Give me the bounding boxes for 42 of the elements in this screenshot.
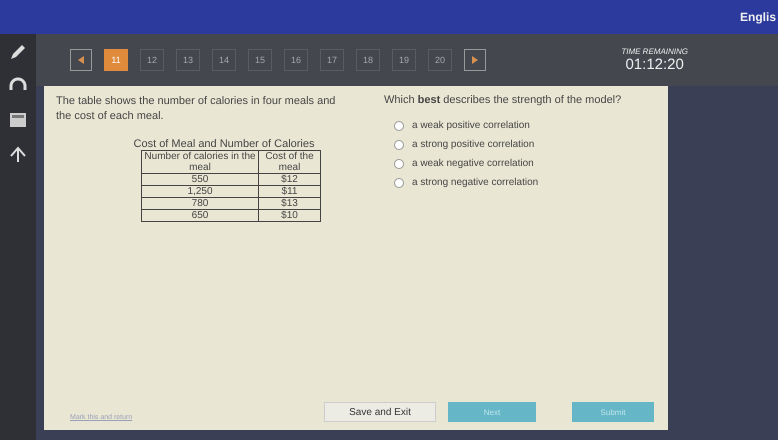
question-number-button[interactable]: 15 [248, 49, 272, 71]
pencil-icon[interactable] [8, 42, 28, 62]
question-number-button[interactable]: 12 [140, 49, 164, 71]
radio-button[interactable] [394, 158, 404, 168]
previous-button[interactable] [70, 49, 92, 71]
table-cell: $13 [258, 198, 320, 210]
question-number-button[interactable]: 19 [392, 49, 416, 71]
question-number-button[interactable]: 18 [356, 49, 380, 71]
right-arrow-icon [472, 56, 478, 64]
option-label[interactable]: a strong positive correlation [412, 139, 534, 150]
calculator-icon[interactable] [8, 110, 28, 130]
radio-button[interactable] [394, 120, 404, 130]
left-arrow-icon [78, 56, 84, 64]
save-and-exit-button[interactable]: Save and Exit [324, 402, 436, 422]
question-number-button[interactable]: 16 [284, 49, 308, 71]
question-text: Which best describes the strength of the model? [384, 94, 622, 106]
timer-value: 01:12:20 [625, 56, 684, 73]
arrow-up-icon[interactable] [8, 144, 28, 164]
timer-label: TIME REMAINING [621, 47, 688, 56]
question-number-button[interactable]: 20 [428, 49, 452, 71]
table-cell: 780 [142, 198, 258, 210]
question-number-button[interactable]: 14 [212, 49, 236, 71]
option-label[interactable]: a strong negative correlation [412, 177, 538, 188]
table-cell: $10 [258, 210, 320, 222]
option-label[interactable]: a weak positive correlation [412, 120, 530, 131]
next-question-button[interactable] [464, 49, 486, 71]
question-number-button[interactable]: 11 [104, 49, 128, 71]
radio-button[interactable] [394, 140, 404, 150]
table-cell: $12 [258, 174, 320, 186]
table-cell: 1,250 [142, 186, 258, 198]
table-header: Cost of the meal [258, 150, 320, 174]
question-number-button[interactable]: 13 [176, 49, 200, 71]
table-cell: $11 [258, 186, 320, 198]
table-title: Cost of Meal and Number of Calories [134, 138, 314, 150]
question-number-button[interactable]: 17 [320, 49, 344, 71]
radio-button[interactable] [394, 178, 404, 188]
table-cell: 650 [142, 210, 258, 222]
option-label[interactable]: a weak negative correlation [412, 158, 534, 169]
table-cell: 550 [142, 174, 258, 186]
table-header: Number of calories in the meal [142, 150, 258, 174]
language-label[interactable]: Englis [740, 10, 776, 24]
prompt-text: The table shows the number of calories in four meals and the cost of each meal. [56, 94, 336, 124]
